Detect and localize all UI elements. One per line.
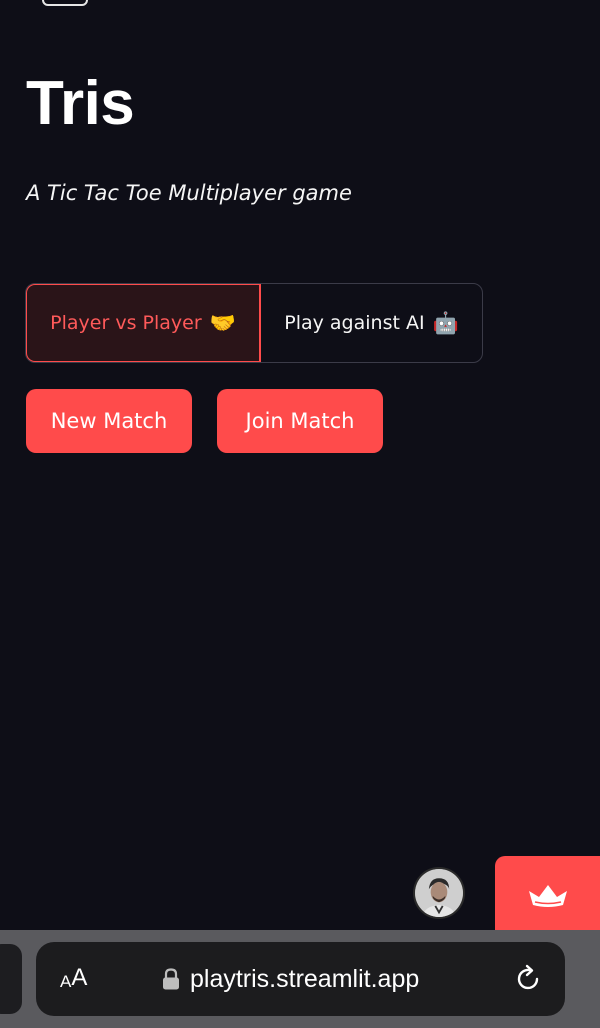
- url-text: playtris.streamlit.app: [190, 964, 420, 993]
- mode-option-label: Play against AI: [284, 312, 425, 334]
- top-menu-stub[interactable]: [42, 0, 88, 6]
- streamlit-badge[interactable]: [495, 856, 600, 936]
- app-page: Tris A Tic Tac Toe Multiplayer game Play…: [0, 0, 600, 1028]
- text-size-small-label: A: [60, 972, 72, 991]
- previous-tab-stub[interactable]: [0, 944, 22, 1014]
- mode-selector: Player vs Player 🤝 Play against AI 🤖: [25, 283, 483, 363]
- url-display[interactable]: playtris.streamlit.app: [162, 942, 419, 1016]
- browser-address-bar: AA playtris.streamlit.app: [0, 930, 600, 1028]
- text-size-large-label: A: [71, 964, 88, 991]
- lock-icon: [163, 968, 179, 990]
- mode-option-play-against-ai[interactable]: Play against AI 🤖: [261, 284, 482, 362]
- page-subtitle: A Tic Tac Toe Multiplayer game: [26, 181, 352, 205]
- mode-option-label: Player vs Player: [50, 312, 202, 334]
- user-avatar[interactable]: [413, 867, 465, 919]
- streamlit-crown-icon: [528, 885, 567, 907]
- text-size-button[interactable]: AA: [60, 942, 87, 1016]
- join-match-button[interactable]: Join Match: [217, 389, 383, 453]
- url-field[interactable]: AA playtris.streamlit.app: [36, 942, 565, 1016]
- mode-option-player-vs-player[interactable]: Player vs Player 🤝: [26, 284, 261, 362]
- avatar-icon: [415, 869, 463, 917]
- new-match-button[interactable]: New Match: [26, 389, 192, 453]
- reload-icon[interactable]: [513, 964, 543, 994]
- robot-icon: 🤖: [432, 310, 459, 335]
- handshake-icon: 🤝: [209, 310, 236, 335]
- page-title: Tris: [26, 69, 135, 138]
